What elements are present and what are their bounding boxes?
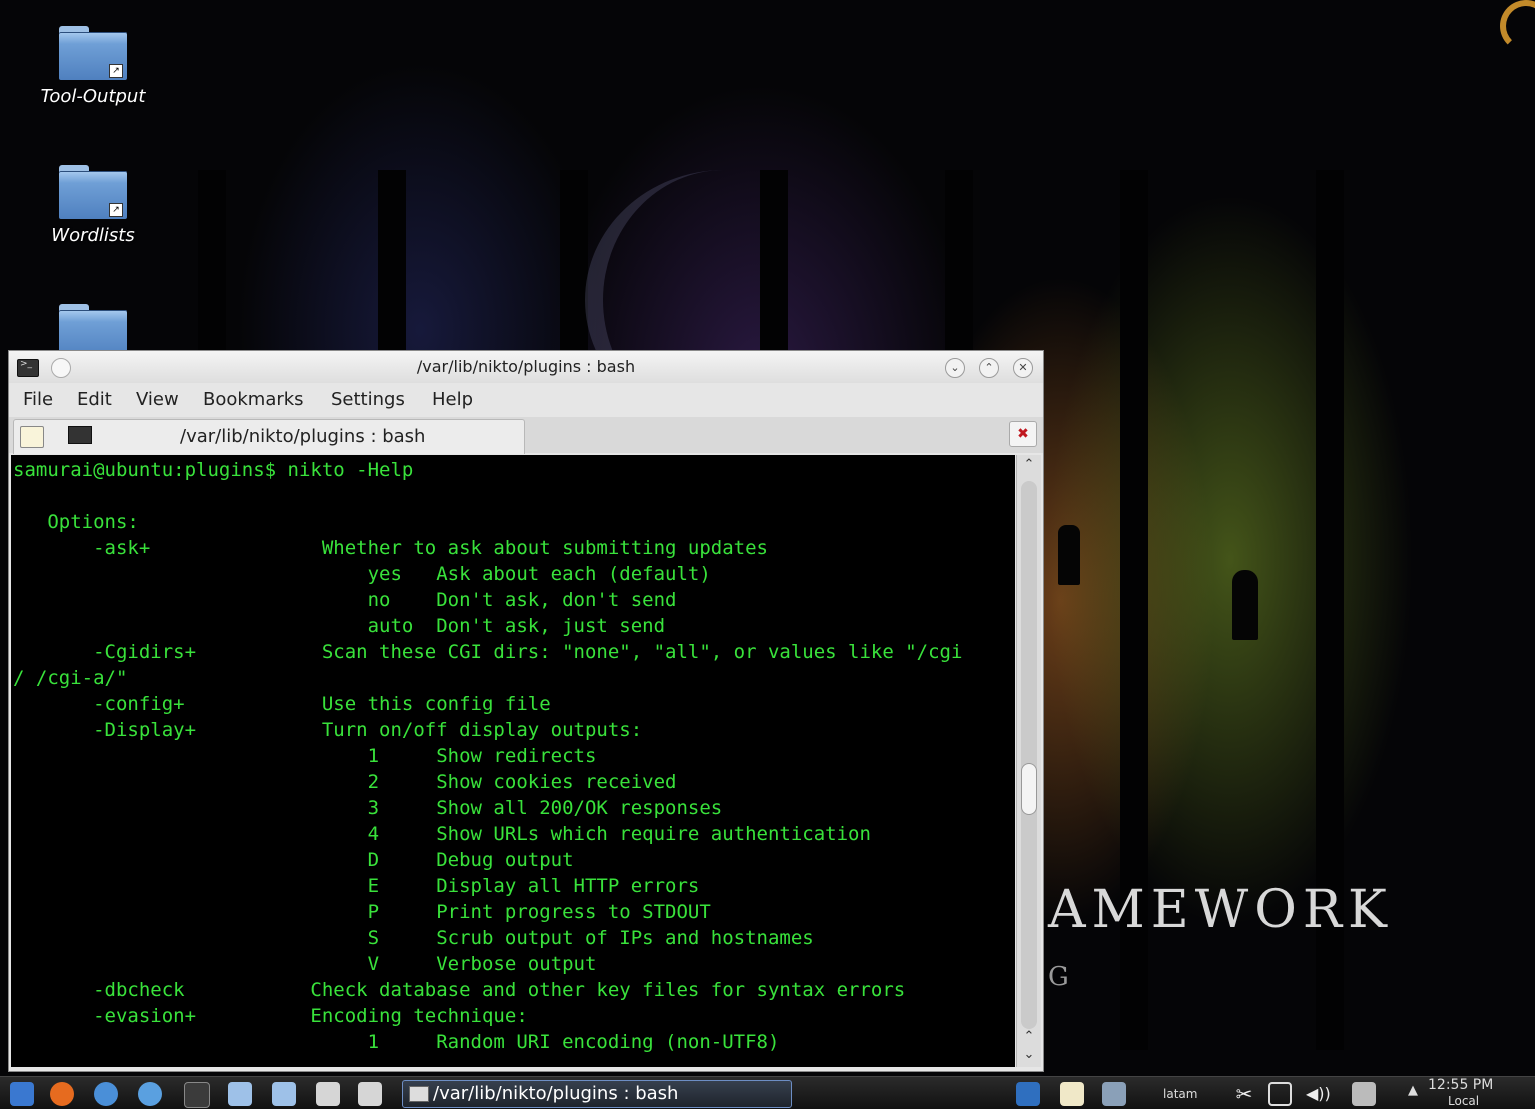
terminal-line: yes Ask about each (default) [13,563,711,585]
display-icon[interactable] [1016,1082,1040,1106]
konsole-window: /var/lib/nikto/plugins : bash ⌄ ⌃ ✕ File… [8,350,1044,1072]
menu-bookmarks[interactable]: Bookmarks [203,389,304,410]
desktop-icon-label: Wordlists [51,225,135,246]
scroll-up-arrow-icon[interactable]: ⌃ [1017,1029,1041,1047]
firefox-icon[interactable] [50,1082,74,1106]
terminal-icon [68,426,92,444]
menubar: File Edit View Bookmarks Settings Help [9,385,1043,415]
text-editor-icon[interactable] [272,1082,296,1106]
wallpaper-samurai-figure [1058,525,1080,585]
scrollbar-track[interactable] [1021,481,1037,1029]
screen-icon[interactable] [1268,1082,1292,1106]
terminal-line: -Display+ Turn on/off display outputs: [13,719,643,741]
terminal-line: 3 Show all 200/OK responses [13,797,723,819]
terminal-line: Options: [13,511,139,533]
taskbar-item-konsole[interactable]: /var/lib/nikto/plugins : bash [402,1080,792,1108]
desktop-corner-logo-icon[interactable] [1500,0,1535,52]
new-tab-icon[interactable] [20,426,44,448]
terminal-line: -Cgidirs+ Scan these CGI dirs: "none", "… [13,641,963,663]
terminal-line: 1 Show redirects [13,745,597,767]
terminal-line: -ask+ Whether to ask about submitting up… [13,537,768,559]
terminal-icon [409,1086,429,1102]
notes-icon[interactable] [316,1082,340,1106]
volume-icon[interactable]: ◀)) [1306,1082,1331,1106]
terminal-line: -evasion+ Encoding technique: [13,1005,528,1027]
menu-file[interactable]: File [23,389,53,410]
wallpaper-text-small: G [1048,962,1069,992]
kde-menu-icon[interactable] [10,1082,34,1106]
clock-zone: Local [1448,1094,1480,1108]
terminal-line: D Debug output [13,849,574,871]
chromium-icon[interactable] [94,1082,118,1106]
keyboard-layout-indicator[interactable]: latam [1163,1087,1197,1101]
tray-expand-arrow-icon[interactable]: ▲ [1408,1083,1418,1098]
menu-settings[interactable]: Settings [331,389,405,410]
scissors-icon[interactable]: ✂ [1232,1082,1256,1106]
close-button[interactable]: ✕ [1013,358,1033,378]
tab-label: /var/lib/nikto/plugins : bash [180,426,426,447]
window-title: /var/lib/nikto/plugins : bash [416,357,636,376]
terminal-line: / /cgi-a/" [13,667,128,689]
terminal-line: -dbcheck Check database and other key fi… [13,979,906,1001]
terminal-line: auto Don't ask, just send [13,615,666,637]
battery-icon[interactable] [1352,1082,1376,1106]
terminal-line: E Display all HTTP errors [13,875,700,897]
terminal-icon[interactable] [184,1082,210,1108]
maximize-button[interactable]: ⌃ [979,358,999,378]
terminal-line: 1 Random URI encoding (non-UTF8) [13,1031,780,1053]
folder-icon: ↗ [59,26,127,80]
terminal-text: samurai@ubuntu:plugins$ nikto -Help Opti… [11,455,1015,1055]
clock-time[interactable]: 12:55 PM [1428,1077,1493,1093]
desktop-icon-label: Tool-Output [40,86,146,107]
menu-help[interactable]: Help [432,389,473,410]
desktop-icon-tool-output[interactable]: ↗ Tool-Output [33,26,153,107]
terminal-line: S Scrub output of IPs and hostnames [13,927,814,949]
terminal-line: no Don't ask, don't send [13,589,677,611]
close-tab-icon[interactable]: ✖ [1009,421,1037,447]
minimize-button[interactable]: ⌄ [945,358,965,378]
terminal-line: P Print progress to STDOUT [13,901,711,923]
wallpaper-text: AMEWORK [1048,880,1393,940]
terminal-output[interactable]: samurai@ubuntu:plugins$ nikto -Help Opti… [11,455,1015,1067]
terminal-line: 2 Show cookies received [13,771,677,793]
scrollbar-thumb[interactable] [1021,763,1037,815]
device-icon[interactable] [1102,1082,1126,1106]
terminal-scrollbar[interactable]: ⌃ ⌃ ⌄ [1016,455,1041,1067]
taskbar-item-label: /var/lib/nikto/plugins : bash [433,1083,679,1104]
network-icon[interactable] [138,1082,162,1106]
text-editor-icon[interactable] [228,1082,252,1106]
scroll-down-arrow-icon[interactable]: ⌄ [1017,1047,1041,1065]
terminal-line: V Verbose output [13,953,597,975]
wallpaper-samurai-figure [1232,570,1258,640]
terminal-line: 4 Show URLs which require authentication [13,823,871,845]
taskbar: /var/lib/nikto/plugins : bash latam ✂ ◀)… [0,1076,1535,1109]
menu-view[interactable]: View [136,389,179,410]
notes-icon[interactable] [358,1082,382,1106]
tab-bar: /var/lib/nikto/plugins : bash ✖ [9,417,1043,454]
window-titlebar[interactable]: /var/lib/nikto/plugins : bash ⌄ ⌃ ✕ [9,351,1043,383]
folder-icon: ↗ [59,165,127,219]
terminal-line: -config+ Use this config file [13,693,551,715]
scroll-up-arrow-icon[interactable]: ⌃ [1017,457,1041,475]
menu-edit[interactable]: Edit [77,389,112,410]
terminal-line: samurai@ubuntu:plugins$ nikto -Help [13,459,414,481]
tab-bash[interactable]: /var/lib/nikto/plugins : bash [13,419,525,454]
clipboard-icon[interactable] [1060,1082,1084,1106]
desktop-icon-wordlists[interactable]: ↗ Wordlists [33,165,153,246]
